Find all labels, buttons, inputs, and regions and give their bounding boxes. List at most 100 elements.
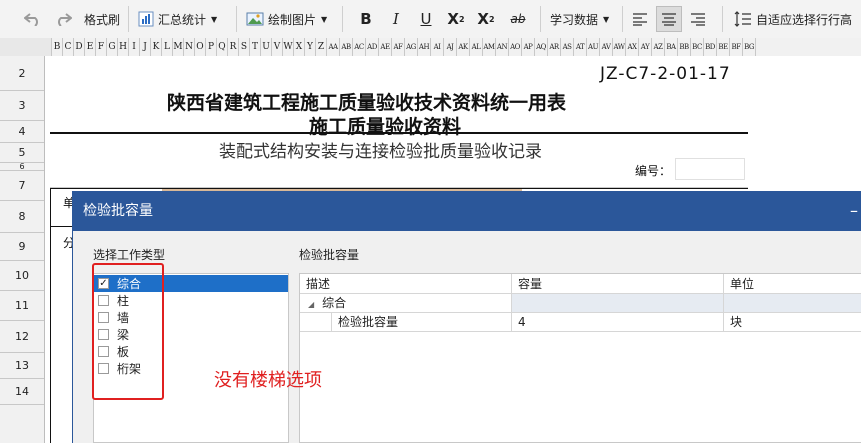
column-header-cell[interactable]: V	[272, 38, 283, 56]
learn-data-button[interactable]: 学习数据 ▼	[550, 0, 609, 38]
column-header-cell[interactable]: Z	[316, 38, 327, 56]
row-header-cell[interactable]: 6	[0, 162, 44, 171]
redo-button[interactable]	[54, 0, 72, 38]
column-header-cell[interactable]: AU	[587, 38, 600, 56]
column-header-cell[interactable]: T	[250, 38, 261, 56]
column-header-cell[interactable]: AI	[431, 38, 444, 56]
column-header-cell[interactable]: B	[52, 38, 63, 56]
column-header-cell[interactable]: AG	[405, 38, 418, 56]
grid-header-capacity[interactable]: 容量	[512, 274, 724, 294]
summary-stats-button[interactable]: 汇总统计 ▼	[138, 0, 217, 38]
select-all-corner[interactable]	[0, 38, 52, 56]
column-header-cell[interactable]: BB	[678, 38, 691, 56]
column-header-cell[interactable]: AV	[600, 38, 613, 56]
column-header-cell[interactable]: M	[173, 38, 184, 56]
column-header-cell[interactable]: AC	[353, 38, 366, 56]
grid-group-row[interactable]: ◢ 综合	[300, 294, 861, 313]
column-header-cell[interactable]: AR	[548, 38, 561, 56]
row-header-cell[interactable]: 12	[0, 321, 44, 353]
column-header-cell[interactable]: G	[107, 38, 118, 56]
format-painter-button[interactable]: 格式刷	[84, 0, 120, 38]
column-header-cell[interactable]: H	[118, 38, 129, 56]
column-header-cell[interactable]: U	[261, 38, 272, 56]
minimize-icon[interactable]: –	[850, 191, 858, 231]
capacity-cell[interactable]: 4	[512, 313, 724, 332]
dialog-title-bar[interactable]: 检验批容量 –	[73, 191, 861, 231]
row-header-cell[interactable]: 2	[0, 56, 44, 91]
column-header-cell[interactable]: AZ	[652, 38, 665, 56]
column-header-cell[interactable]: AQ	[535, 38, 548, 56]
column-header-cell[interactable]: AJ	[444, 38, 457, 56]
column-header-cell[interactable]: AD	[366, 38, 379, 56]
row-header-cell[interactable]: 9	[0, 233, 44, 261]
column-header-cell[interactable]: AF	[392, 38, 405, 56]
number-field[interactable]	[675, 158, 745, 180]
underline-button[interactable]: U	[414, 0, 438, 38]
column-header-cell[interactable]: AB	[340, 38, 353, 56]
column-header-cell[interactable]: BA	[665, 38, 678, 56]
capacity-grid[interactable]: 描述 容量 单位 ◢ 综合 检验批容量 4 块	[299, 273, 861, 443]
autofit-row-height-button[interactable]: 自适应选择行行高	[734, 0, 852, 38]
column-header-cell[interactable]: AH	[418, 38, 431, 56]
column-header-cell[interactable]: Q	[217, 38, 228, 56]
column-header-cell[interactable]: AM	[483, 38, 496, 56]
column-header-cell[interactable]: AE	[379, 38, 392, 56]
column-header-cell[interactable]: AX	[626, 38, 639, 56]
column-header-cell[interactable]: AO	[509, 38, 522, 56]
column-header-cell[interactable]: AL	[470, 38, 483, 56]
grid-header-unit[interactable]: 单位	[724, 274, 861, 294]
column-header-cell[interactable]: AK	[457, 38, 470, 56]
unit-cell[interactable]: 块	[724, 313, 861, 332]
italic-button[interactable]: I	[384, 0, 408, 38]
grid-data-row[interactable]: 检验批容量 4 块	[300, 313, 861, 332]
column-header-cell[interactable]: E	[85, 38, 96, 56]
row-header-cell[interactable]: 10	[0, 261, 44, 291]
row-header-cell[interactable]: 3	[0, 91, 44, 121]
column-header-cell[interactable]: AP	[522, 38, 535, 56]
row-header-cell[interactable]: 4	[0, 121, 44, 143]
column-header-cell[interactable]: I	[129, 38, 140, 56]
column-header-cell[interactable]: BF	[730, 38, 743, 56]
subscript-button[interactable]: X2	[474, 0, 498, 38]
column-header-cell[interactable]: AY	[639, 38, 652, 56]
superscript-button[interactable]: X2	[444, 0, 468, 38]
column-header-cell[interactable]: AS	[561, 38, 574, 56]
column-header-cell[interactable]: AT	[574, 38, 587, 56]
column-header-cell[interactable]: Y	[305, 38, 316, 56]
column-header-cell[interactable]: W	[283, 38, 294, 56]
row-header-cell[interactable]: 13	[0, 353, 44, 379]
column-header-cell[interactable]: C	[63, 38, 74, 56]
column-header-cell[interactable]: R	[228, 38, 239, 56]
column-header-cell[interactable]: P	[206, 38, 217, 56]
align-right-button[interactable]	[690, 0, 706, 38]
row-header-cell[interactable]: 11	[0, 291, 44, 321]
row-header-cell[interactable]: 8	[0, 201, 44, 233]
column-header-cell[interactable]: BE	[717, 38, 730, 56]
column-header-cell[interactable]: BD	[704, 38, 717, 56]
column-header-cell[interactable]: BC	[691, 38, 704, 56]
column-header-cell[interactable]: F	[96, 38, 107, 56]
column-header-cell[interactable]: O	[195, 38, 206, 56]
column-header-cell[interactable]: L	[162, 38, 173, 56]
column-header-cell[interactable]: K	[151, 38, 162, 56]
collapse-triangle-icon[interactable]: ◢	[308, 300, 314, 309]
column-header-cell[interactable]: J	[140, 38, 151, 56]
align-left-button[interactable]	[632, 0, 648, 38]
column-header-cell[interactable]: AN	[496, 38, 509, 56]
column-header-cell[interactable]: AW	[613, 38, 626, 56]
bold-button[interactable]: B	[354, 0, 378, 38]
draw-picture-button[interactable]: 绘制图片 ▼	[246, 0, 327, 38]
column-header-cell[interactable]: N	[184, 38, 195, 56]
strikethrough-button[interactable]: ab	[504, 0, 532, 38]
undo-button[interactable]	[24, 0, 42, 38]
align-center-button[interactable]	[656, 6, 682, 32]
column-header-cell[interactable]: S	[239, 38, 250, 56]
column-header-cell[interactable]: AA	[327, 38, 340, 56]
column-header-cell[interactable]: X	[294, 38, 305, 56]
row-header-cell[interactable]: 7	[0, 171, 44, 201]
column-header-cell[interactable]: D	[74, 38, 85, 56]
grid-header-description[interactable]: 描述	[300, 274, 512, 294]
row-header-cell[interactable]: 5	[0, 143, 44, 163]
column-header-cell[interactable]: BG	[743, 38, 756, 56]
row-header-cell[interactable]: 14	[0, 379, 44, 405]
